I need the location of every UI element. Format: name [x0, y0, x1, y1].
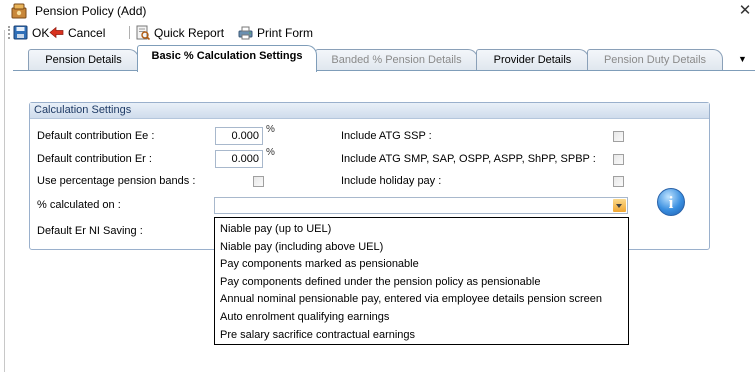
ee-percent-symbol: %	[266, 124, 275, 135]
window-left-border	[4, 30, 5, 372]
print-form-button[interactable]: Print Form	[238, 24, 313, 41]
include-holiday-pay-checkbox[interactable]	[613, 176, 624, 187]
quick-report-button[interactable]: Quick Report	[135, 24, 224, 41]
group-title: Calculation Settings	[30, 103, 709, 119]
toolbar-grip[interactable]	[8, 26, 10, 39]
quick-report-label: Quick Report	[154, 25, 225, 40]
calculated-on-dropdown-list: Niable pay (up to UEL) Niable pay (inclu…	[214, 217, 629, 345]
default-contribution-ee-input[interactable]: 0.000	[215, 127, 263, 145]
default-contribution-er-label: Default contribution Er :	[37, 153, 152, 165]
include-holiday-pay-label: Include holiday pay :	[341, 175, 442, 187]
cancel-label: Cancel	[68, 25, 106, 40]
include-atg-smp-label: Include ATG SMP, SAP, OSPP, ASPP, ShPP, …	[341, 153, 596, 165]
dropdown-option[interactable]: Niable pay (including above UEL)	[215, 239, 628, 257]
ok-button[interactable]: OK	[13, 24, 49, 41]
dropdown-option[interactable]: Pay components marked as pensionable	[215, 256, 628, 274]
use-percentage-pension-bands-checkbox[interactable]	[253, 176, 264, 187]
toolbar: OK Cancel Quick Report Print Form	[4, 22, 755, 43]
title-bar: Pension Policy (Add) ✕	[0, 0, 755, 22]
default-contribution-ee-label: Default contribution Ee :	[37, 130, 155, 142]
default-er-ni-saving-label: Default Er NI Saving :	[37, 225, 143, 237]
report-icon	[135, 25, 151, 41]
dropdown-option[interactable]: Niable pay (up to UEL)	[215, 221, 628, 239]
combo-dropdown-arrow-icon[interactable]	[613, 199, 626, 212]
tab-pension-details[interactable]: Pension Details	[28, 49, 139, 71]
tab-overflow-arrow-icon[interactable]: ▼	[738, 54, 747, 64]
info-icon: i	[668, 193, 674, 212]
toolbar-separator	[129, 26, 130, 39]
dropdown-option[interactable]: Pre salary sacrifice contractual earning…	[215, 327, 628, 345]
tab-strip: Pension Details Basic % Calculation Sett…	[13, 44, 755, 72]
calculated-on-combo[interactable]	[214, 197, 628, 214]
dropdown-option[interactable]: Pay components defined under the pension…	[215, 274, 628, 292]
er-percent-symbol: %	[266, 147, 275, 158]
close-button[interactable]: ✕	[736, 1, 754, 21]
cancel-button[interactable]: Cancel	[49, 24, 105, 41]
info-button[interactable]: i	[657, 188, 685, 216]
dropdown-option[interactable]: Annual nominal pensionable pay, entered …	[215, 291, 628, 309]
tab-basic-calculation-settings[interactable]: Basic % Calculation Settings	[137, 45, 317, 72]
back-arrow-icon	[49, 25, 64, 40]
include-atg-smp-checkbox[interactable]	[613, 154, 624, 165]
include-atg-ssp-label: Include ATG SSP :	[341, 130, 432, 142]
include-atg-ssp-checkbox[interactable]	[613, 131, 624, 142]
window-title: Pension Policy (Add)	[35, 4, 147, 18]
tab-provider-details[interactable]: Provider Details	[476, 49, 589, 71]
print-form-label: Print Form	[257, 25, 314, 40]
pension-policy-window: Pension Policy (Add) ✕ OK Cancel Quick R…	[0, 0, 755, 372]
default-contribution-er-input[interactable]: 0.000	[215, 150, 263, 168]
print-icon	[238, 25, 253, 40]
tab-banded-pension-details[interactable]: Banded % Pension Details	[315, 49, 478, 71]
calculated-on-label: % calculated on :	[37, 199, 121, 211]
save-disk-icon	[13, 25, 28, 40]
pension-policy-app-icon	[11, 3, 28, 19]
dropdown-option[interactable]: Auto enrolment qualifying earnings	[215, 309, 628, 327]
tab-pension-duty-details[interactable]: Pension Duty Details	[587, 49, 723, 71]
use-percentage-pension-bands-label: Use percentage pension bands :	[37, 175, 196, 187]
ok-label: OK	[32, 25, 50, 40]
